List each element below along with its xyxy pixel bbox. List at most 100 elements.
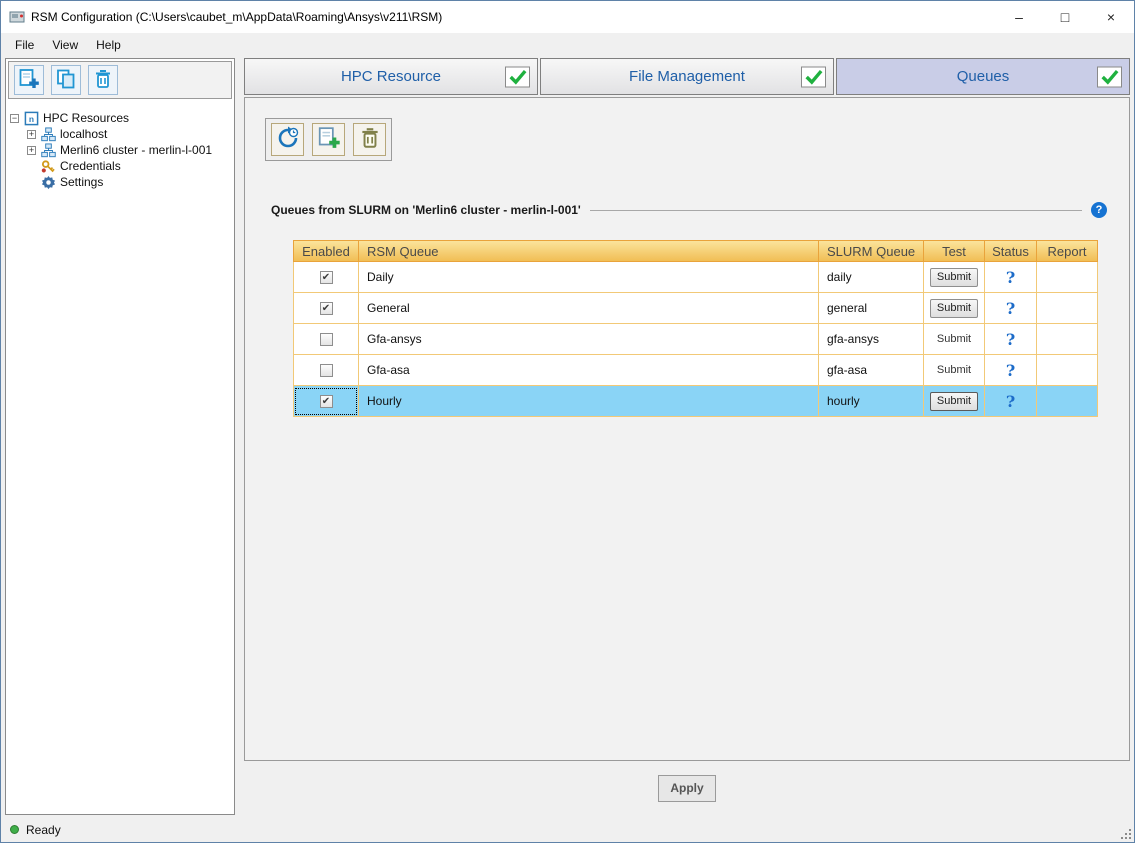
main-area: − n HPC Resources + localhost + Merlin6 clu…	[1, 56, 1134, 817]
column-header-status[interactable]: Status	[985, 240, 1037, 262]
menu-bar: FileViewHelp	[1, 33, 1134, 56]
column-header-slurm-queue[interactable]: SLURM Queue	[819, 240, 924, 262]
tab-bar: HPC ResourceFile ManagementQueues	[244, 58, 1130, 95]
enabled-checkbox[interactable]: ✔	[320, 271, 333, 284]
report-cell	[1037, 293, 1098, 324]
tab-queues[interactable]: Queues	[836, 58, 1130, 95]
tree-item-label: Merlin6 cluster - merlin-l-001	[60, 143, 212, 157]
rsm-queue-cell[interactable]: Gfa-asa	[359, 355, 819, 386]
enabled-cell[interactable]	[293, 355, 359, 386]
expander-icon[interactable]: +	[27, 146, 36, 155]
slurm-queue-cell[interactable]: daily	[819, 262, 924, 293]
tree-item-credentials[interactable]: Credentials	[10, 158, 230, 174]
resize-grip[interactable]	[1120, 828, 1131, 839]
rsm-queue-cell[interactable]: General	[359, 293, 819, 324]
expander-icon[interactable]: +	[27, 130, 36, 139]
settings-gear-icon	[40, 174, 56, 190]
tree-item-label: Settings	[60, 175, 103, 189]
tab-hpc-resource[interactable]: HPC Resource	[244, 58, 538, 95]
enabled-checkbox[interactable]	[320, 364, 333, 377]
submit-button[interactable]: Submit	[930, 361, 978, 380]
column-header-report[interactable]: Report	[1037, 240, 1098, 262]
rsm-queue-cell[interactable]: Hourly	[359, 386, 819, 417]
rsm-queue-cell[interactable]: Daily	[359, 262, 819, 293]
copy-resource-icon	[55, 68, 77, 93]
window-controls: – □ ×	[996, 1, 1134, 33]
expander-icon[interactable]: −	[10, 114, 19, 123]
submit-button[interactable]: Submit	[930, 392, 978, 411]
minimize-button[interactable]: –	[996, 1, 1042, 33]
menu-help[interactable]: Help	[87, 35, 130, 55]
cluster-icon	[40, 126, 56, 142]
enabled-cell[interactable]: ✔	[293, 293, 359, 324]
enabled-cell[interactable]	[293, 324, 359, 355]
add-resource-button[interactable]	[14, 65, 44, 95]
help-icon[interactable]: ?	[1091, 202, 1107, 218]
submit-button[interactable]: Submit	[930, 330, 978, 349]
refresh-queues-button[interactable]	[271, 123, 304, 156]
enabled-cell[interactable]: ✔	[293, 386, 359, 417]
menu-file[interactable]: File	[6, 35, 43, 55]
queues-section-header: Queues from SLURM on 'Merlin6 cluster - …	[271, 202, 1107, 218]
queue-row-daily[interactable]: ✔ Dailydaily Submit?	[293, 262, 1098, 293]
menu-view[interactable]: View	[43, 35, 87, 55]
delete-resource-button[interactable]	[88, 65, 118, 95]
test-cell: Submit	[924, 386, 985, 417]
test-cell: Submit	[924, 324, 985, 355]
status-cell: ?	[985, 386, 1037, 417]
tree-item-merlin6-cluster-merlin-l-001[interactable]: + Merlin6 cluster - merlin-l-001	[10, 142, 230, 158]
status-dot-icon	[10, 825, 19, 834]
slurm-queue-cell[interactable]: hourly	[819, 386, 924, 417]
tree-item-localhost[interactable]: + localhost	[10, 126, 230, 142]
queue-row-gfa-ansys[interactable]: Gfa-ansysgfa-ansys Submit?	[293, 324, 1098, 355]
svg-text:n: n	[28, 113, 33, 123]
queue-table-header: EnabledRSM QueueSLURM QueueTestStatusRep…	[293, 240, 1098, 262]
test-cell: Submit	[924, 355, 985, 386]
window-title: RSM Configuration (C:\Users\caubet_m\App…	[31, 10, 442, 24]
column-header-enabled[interactable]: Enabled	[293, 240, 359, 262]
status-cell: ?	[985, 293, 1037, 324]
report-cell	[1037, 324, 1098, 355]
sidebar: − n HPC Resources + localhost + Merlin6 clu…	[5, 58, 235, 815]
queue-row-general[interactable]: ✔ Generalgeneral Submit?	[293, 293, 1098, 324]
queues-section-title: Queues from SLURM on 'Merlin6 cluster - …	[271, 203, 581, 217]
tree-item-label: HPC Resources	[43, 111, 129, 125]
add-resource-icon	[18, 68, 40, 93]
status-bar: Ready	[1, 817, 1134, 842]
slurm-queue-cell[interactable]: gfa-asa	[819, 355, 924, 386]
configuration-panel: HPC ResourceFile ManagementQueues	[244, 58, 1130, 815]
enabled-checkbox[interactable]: ✔	[320, 302, 333, 315]
column-header-rsm-queue[interactable]: RSM Queue	[359, 240, 819, 262]
tree-item-settings[interactable]: Settings	[10, 174, 230, 190]
queue-row-gfa-asa[interactable]: Gfa-asagfa-asaSubmit?	[293, 355, 1098, 386]
submit-button[interactable]: Submit	[930, 299, 978, 318]
queue-table-body: ✔ Dailydaily Submit? ✔ Generalgeneral Submit?…	[293, 262, 1098, 417]
slurm-queue-cell[interactable]: general	[819, 293, 924, 324]
tab-file-management[interactable]: File Management	[540, 58, 834, 95]
add-queue-button[interactable]	[312, 123, 345, 156]
delete-queue-button[interactable]	[353, 123, 386, 156]
report-cell	[1037, 355, 1098, 386]
tree-item-hpc-resources[interactable]: − n HPC Resources	[10, 110, 230, 126]
delete-resource-icon	[92, 68, 114, 93]
section-divider	[590, 210, 1082, 211]
cluster-icon	[40, 142, 56, 158]
column-header-test[interactable]: Test	[924, 240, 985, 262]
status-cell: ?	[985, 324, 1037, 355]
enabled-checkbox[interactable]: ✔	[320, 395, 333, 408]
tree-item-label: localhost	[60, 127, 107, 141]
enabled-cell[interactable]: ✔	[293, 262, 359, 293]
status-cell: ?	[985, 262, 1037, 293]
queue-row-hourly[interactable]: ✔ Hourlyhourly Submit?	[293, 386, 1098, 417]
queue-table: EnabledRSM QueueSLURM QueueTestStatusRep…	[293, 240, 1098, 417]
copy-resource-button[interactable]	[51, 65, 81, 95]
tab-label: File Management	[541, 68, 833, 85]
apply-button[interactable]: Apply	[658, 775, 716, 802]
rsm-configuration-window: RSM Configuration (C:\Users\caubet_m\App…	[0, 0, 1135, 843]
enabled-checkbox[interactable]	[320, 333, 333, 346]
close-button[interactable]: ×	[1088, 1, 1134, 33]
maximize-button[interactable]: □	[1042, 1, 1088, 33]
slurm-queue-cell[interactable]: gfa-ansys	[819, 324, 924, 355]
rsm-queue-cell[interactable]: Gfa-ansys	[359, 324, 819, 355]
submit-button[interactable]: Submit	[930, 268, 978, 287]
